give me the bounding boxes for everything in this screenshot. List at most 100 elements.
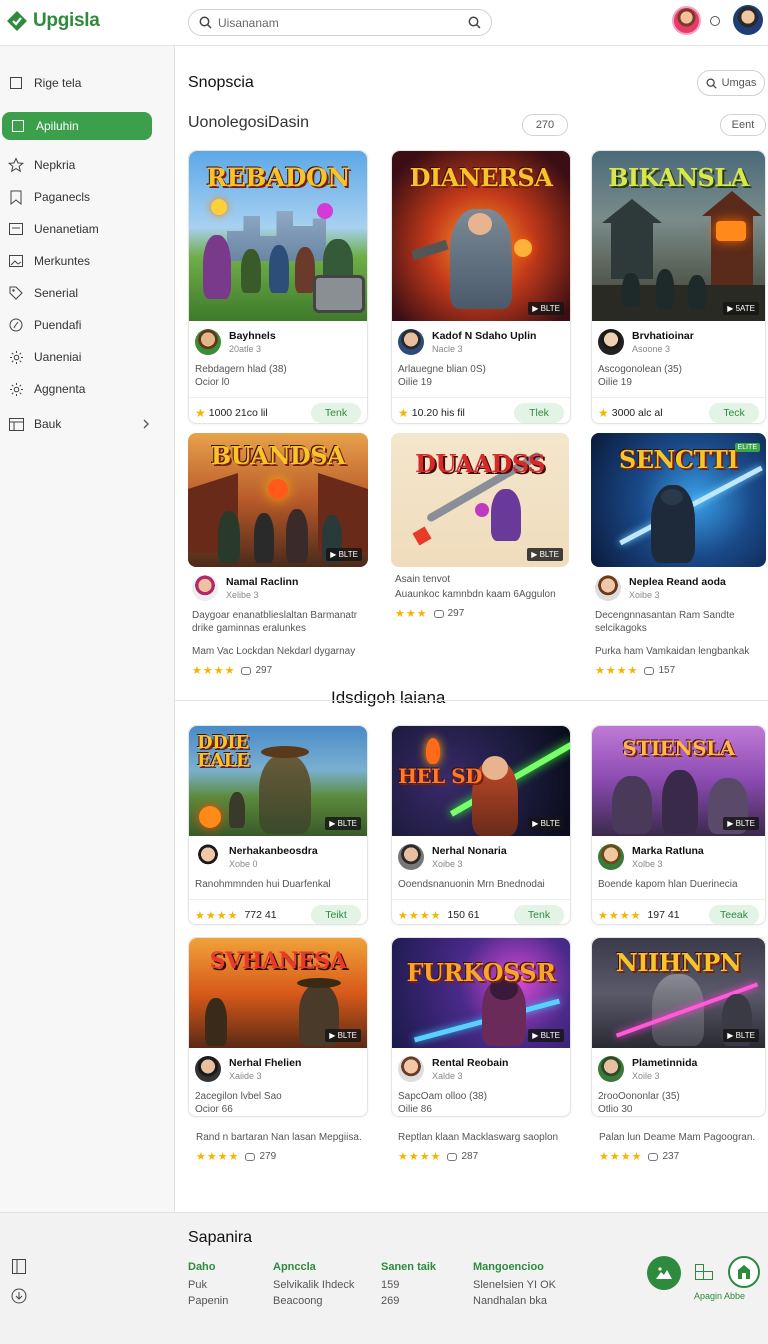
game-cover[interactable]: SENCTTI ELITE bbox=[591, 433, 766, 567]
footer-link[interactable]: 269 bbox=[381, 1293, 436, 1309]
footer-link[interactable]: Papenin bbox=[188, 1293, 228, 1309]
game-card[interactable]: STIENSLA ▶ BLTE Marka Ratluna Xolbe 3 Boe… bbox=[591, 725, 766, 925]
author-avatar[interactable] bbox=[398, 1056, 424, 1082]
sidebar-item-paganecls[interactable]: Paganecls bbox=[8, 184, 166, 210]
rating: ★★★★ 772 41 bbox=[195, 909, 277, 922]
game-cover[interactable]: DDIE EALE ▶ BLTE bbox=[189, 726, 367, 836]
author-avatar[interactable] bbox=[195, 1056, 221, 1082]
tag-icon bbox=[8, 285, 24, 301]
store-icon bbox=[8, 416, 24, 432]
game-card[interactable]: BIKANSLA ▶ 5ATE Brvhatioinar Asoone 3 Asc… bbox=[591, 150, 766, 424]
footer-link[interactable]: Beacoong bbox=[273, 1293, 354, 1309]
search-submit-icon[interactable] bbox=[468, 16, 481, 29]
footer-column: Sanen taik 159 269 bbox=[381, 1259, 436, 1309]
card-action-button[interactable]: Tlek bbox=[514, 403, 564, 423]
star-rating-icon: ★★★★ bbox=[398, 1151, 442, 1163]
status-icon[interactable] bbox=[710, 16, 720, 26]
footer-heading: Apnccla bbox=[273, 1261, 316, 1273]
game-card[interactable]: DIANERSA ▶ BLTE Kadof N Sdaho Uplin Nacle… bbox=[391, 150, 571, 424]
cover-title: BUANDSA bbox=[210, 441, 346, 470]
sidebar-item-merkuntes[interactable]: Merkuntes bbox=[8, 248, 166, 274]
search-input[interactable] bbox=[218, 15, 468, 30]
sidebar-item-rige-tela[interactable]: Rige tela bbox=[8, 70, 166, 96]
author-avatar[interactable] bbox=[595, 575, 621, 601]
game-card[interactable]: SVHANESA ▶ BLTE Nerhal Fhelien Xaiide 3 2… bbox=[188, 937, 368, 1117]
game-cover[interactable]: FURKOSSR ▶ BLTE bbox=[392, 938, 570, 1048]
comment-icon bbox=[648, 1152, 659, 1161]
card-footer: ★★★★ 197 41 Teeak bbox=[592, 899, 765, 924]
author-avatar[interactable] bbox=[195, 844, 221, 870]
author-avatar[interactable] bbox=[598, 1056, 624, 1082]
card-stats: ★★★★ 287 bbox=[398, 1151, 479, 1163]
author-avatar[interactable] bbox=[192, 575, 218, 601]
sidebar-item-uenanetiam[interactable]: Uenanetiam bbox=[8, 216, 166, 242]
game-cover[interactable]: BUANDSA ▶ BLTE bbox=[188, 433, 368, 567]
cover-title: DUAADSS bbox=[415, 449, 545, 478]
game-cover[interactable]: HEL SD ▶ BLTE bbox=[392, 726, 570, 836]
author-avatar[interactable] bbox=[398, 844, 424, 870]
top-search-pill[interactable]: Umgas bbox=[697, 70, 765, 96]
game-card[interactable]: DDIE EALE ▶ BLTE Nerhakanbeosdra Xobe 0 R… bbox=[188, 725, 368, 925]
chevron-right-icon bbox=[143, 419, 149, 429]
cover-title: SVHANESA bbox=[209, 948, 347, 974]
game-card[interactable]: SENCTTI ELITE Neplea Reand aoda Xoibe 3 D… bbox=[591, 433, 766, 677]
download-icon[interactable] bbox=[11, 1288, 27, 1304]
sidebar-item-nepkria[interactable]: Nepkria bbox=[8, 152, 166, 178]
game-card[interactable]: BUANDSA ▶ BLTE Namal Raclinn Xelibe 3 Day… bbox=[188, 433, 368, 677]
search-bar[interactable] bbox=[188, 9, 492, 36]
footer-link[interactable]: 159 bbox=[381, 1277, 436, 1293]
sidebar-item-label: Bauk bbox=[34, 417, 62, 431]
card-description: SapcOam olloo (38) Oilie 86 bbox=[398, 1091, 487, 1115]
footer-link[interactable]: Slenelsien YI OK bbox=[473, 1277, 556, 1293]
author-avatar[interactable] bbox=[598, 844, 624, 870]
card-action-button[interactable]: Teikt bbox=[311, 905, 361, 924]
card-description: Auaunkoc kamnbdn kaam 6Aggulon bbox=[395, 589, 556, 600]
card-action-button[interactable]: Tenk bbox=[311, 403, 361, 423]
app-logo[interactable]: Upgisla bbox=[6, 10, 100, 32]
game-cover[interactable]: DIANERSA ▶ BLTE bbox=[392, 151, 570, 321]
sidebar-item-senerial[interactable]: Senerial bbox=[8, 280, 166, 306]
sidebar-item-aggnenta[interactable]: Aggnenta bbox=[8, 376, 166, 402]
game-cover[interactable]: REBADON bbox=[189, 151, 367, 321]
card-action-button[interactable]: Tenk bbox=[514, 905, 564, 924]
store-fab-button[interactable] bbox=[728, 1256, 760, 1288]
sidebar-item-uaneniai[interactable]: Uaneniai bbox=[8, 344, 166, 370]
filter-pill[interactable]: Eent bbox=[720, 114, 766, 136]
game-cover[interactable]: DUAADSS ▶ BLTE bbox=[391, 433, 569, 567]
footer-heading: Sanen taik bbox=[381, 1261, 437, 1273]
sidebar-item-label: Paganecls bbox=[34, 190, 91, 204]
game-card[interactable]: DUAADSS ▶ BLTE Asain tenvot Auaunkoc kam… bbox=[391, 433, 569, 673]
footer-link[interactable]: Puk bbox=[188, 1277, 228, 1293]
grid-icon[interactable] bbox=[695, 1264, 713, 1280]
game-card[interactable]: FURKOSSR ▶ BLTE Rental Reobain Xalde 3 Sa… bbox=[391, 937, 571, 1117]
sidebar-item-bauk[interactable]: Bauk bbox=[8, 411, 166, 437]
author-avatar[interactable] bbox=[398, 329, 424, 355]
author-row: Marka Ratluna Xolbe 3 bbox=[598, 842, 759, 872]
sidebar-item-puendafi[interactable]: Puendafi bbox=[8, 312, 166, 338]
card-action-button[interactable]: Teck bbox=[709, 403, 759, 423]
book-icon[interactable] bbox=[12, 1259, 26, 1274]
game-cover[interactable]: SVHANESA ▶ BLTE bbox=[189, 938, 367, 1048]
game-cover[interactable]: NIIHNPN ▶ BLTE bbox=[592, 938, 765, 1048]
author-avatar[interactable] bbox=[598, 329, 624, 355]
card-action-button[interactable]: Teeak bbox=[709, 905, 759, 924]
card-body: Kadof N Sdaho Uplin Nacle 3 Arlauegne bli… bbox=[392, 321, 570, 389]
game-card[interactable]: HEL SD ▶ BLTE Nerhal Nonaria Xoibe 3 Ooen… bbox=[391, 725, 571, 925]
footer-heading: Mangoencioo bbox=[473, 1261, 544, 1273]
author-name: Kadof N Sdaho Uplin bbox=[432, 330, 537, 342]
game-cover[interactable]: BIKANSLA ▶ 5ATE bbox=[592, 151, 765, 321]
author-row: Namal Raclinn Xelibe 3 bbox=[192, 573, 364, 603]
author-avatar[interactable] bbox=[195, 329, 221, 355]
footer-link[interactable]: Nandhalan bka bbox=[473, 1293, 556, 1309]
profile-avatar[interactable] bbox=[733, 5, 763, 35]
game-cover[interactable]: STIENSLA ▶ BLTE bbox=[592, 726, 765, 836]
gamepad-fab-button[interactable] bbox=[647, 1256, 681, 1290]
user-avatar[interactable] bbox=[672, 6, 701, 35]
game-card[interactable]: REBADON Bayhnels 20atle 3 Rebdagern hlad … bbox=[188, 150, 368, 424]
footer-link[interactable]: Selvikalik Ihdeck bbox=[273, 1277, 354, 1293]
game-card[interactable]: NIIHNPN ▶ BLTE Plametinnida Xoile 3 2rooO… bbox=[591, 937, 766, 1117]
count-pill[interactable]: 270 bbox=[522, 114, 568, 136]
sidebar-item-apiluhin[interactable]: Apiluhin bbox=[2, 112, 152, 140]
author-row: Nerhakanbeosdra Xobe 0 bbox=[195, 842, 361, 872]
author-row: Plametinnida Xoile 3 bbox=[598, 1054, 759, 1084]
